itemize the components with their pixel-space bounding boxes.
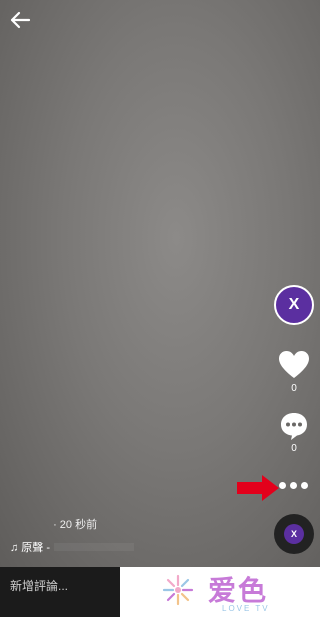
- comment-bubble-icon[interactable]: [279, 411, 309, 441]
- comment-placeholder: 新增評論...: [10, 579, 69, 593]
- more-dot: [279, 481, 286, 489]
- disc-avatar: X: [284, 524, 304, 544]
- creator-avatar[interactable]: X: [274, 285, 314, 325]
- arrow-left-icon[interactable]: [9, 9, 31, 31]
- more-dot: [290, 481, 297, 489]
- redacted-username: [10, 521, 50, 529]
- sound-info[interactable]: ♫ 原聲 -: [10, 539, 135, 555]
- like-count: 0: [291, 383, 297, 394]
- watermark-logo: 爱色 LOVE TV: [120, 567, 320, 617]
- more-options-button[interactable]: [279, 478, 313, 492]
- red-arrow-annotation: [237, 475, 279, 501]
- flower-logo-icon: [162, 574, 194, 606]
- sound-label: ♫ 原聲 -: [10, 542, 51, 554]
- comment-input[interactable]: 新增評論...: [0, 567, 120, 617]
- redacted-sound-name: [54, 543, 135, 551]
- heart-icon[interactable]: [278, 350, 310, 380]
- avatar-label: X: [288, 296, 300, 313]
- more-dot: [301, 481, 308, 489]
- video-player[interactable]: X 0 0 · 20 秒前 ♫ 原聲 - X: [0, 0, 320, 567]
- post-time: · 20 秒前: [53, 519, 98, 531]
- caption-user-line: · 20 秒前: [10, 516, 97, 532]
- watermark-subtitle: LOVE TV: [222, 604, 270, 613]
- music-disc[interactable]: X: [274, 514, 314, 554]
- comment-count: 0: [291, 443, 297, 454]
- watermark-title: 爱色: [208, 575, 269, 606]
